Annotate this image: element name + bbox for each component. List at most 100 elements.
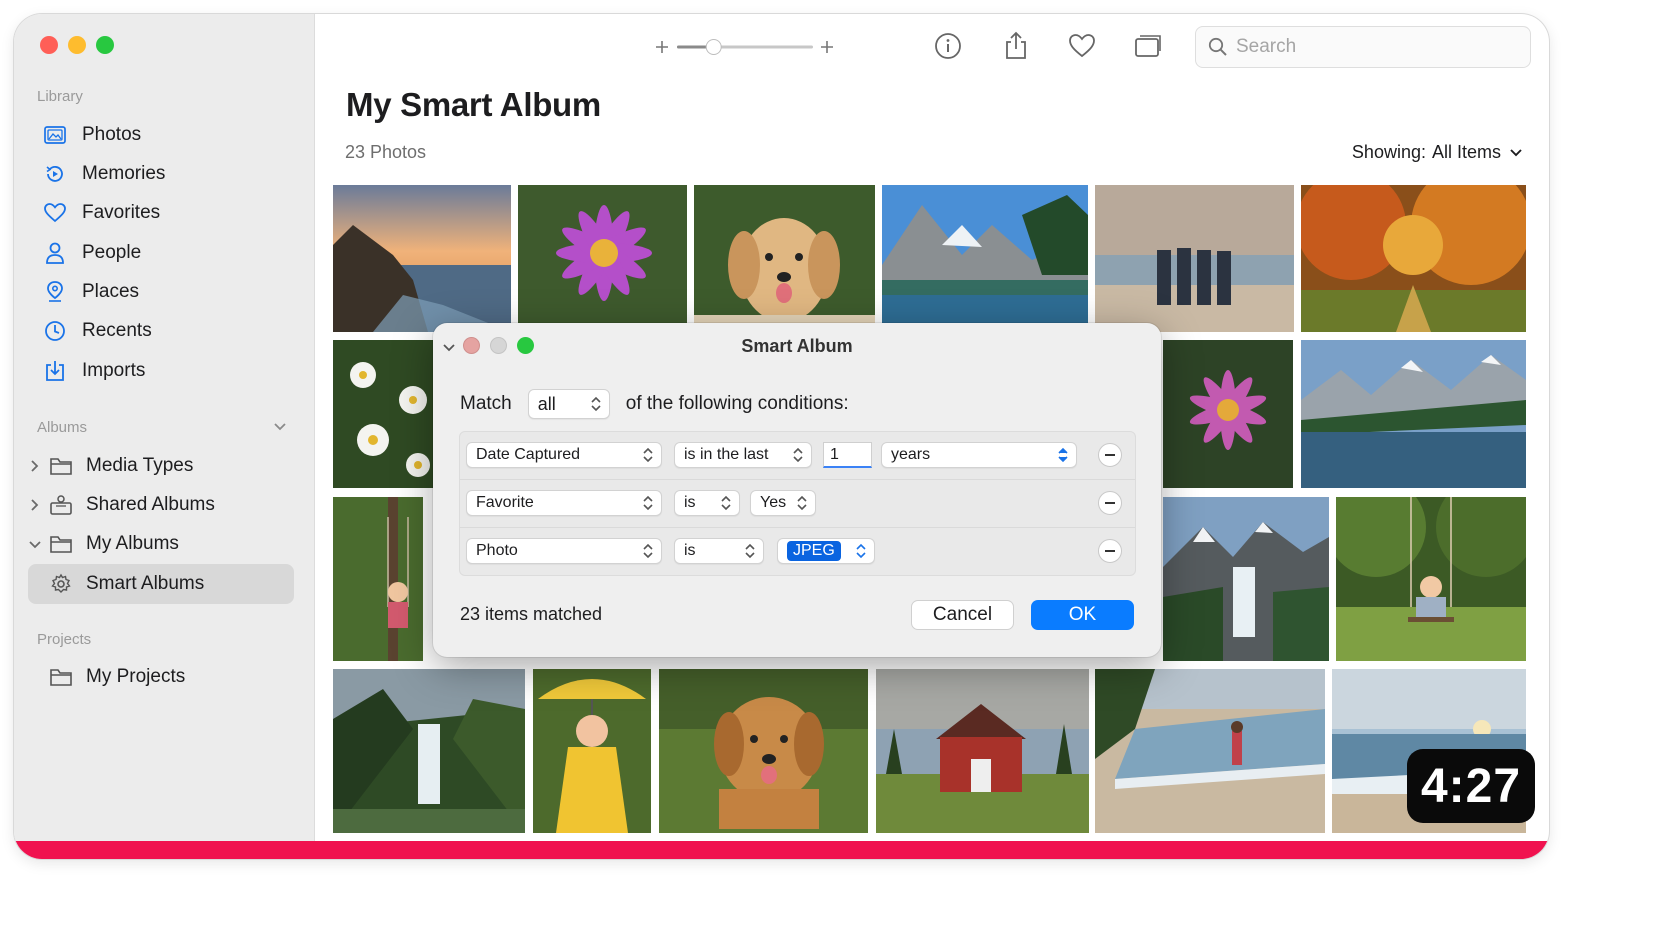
sidebar-item-media-types[interactable]: Media Types [48,452,193,480]
sidebar-item-recents[interactable]: Recents [42,317,152,345]
sidebar: Library Photos Memories Favorites People [14,14,315,859]
favorite-heart-icon[interactable] [1066,30,1098,62]
photo-coastal-sunset [333,185,511,332]
condition-field: Favorite [476,494,534,511]
condition-field-select[interactable]: Photo [466,538,662,564]
sidebar-item-shared-albums[interactable]: Shared Albums [48,491,215,519]
folder-icon [48,453,74,479]
photo-thumbnail[interactable] [1301,185,1526,332]
condition-operator: is [684,494,696,511]
photo-thumbnail[interactable] [882,185,1088,332]
condition-field: Date Captured [476,446,581,463]
sidebar-item-my-projects[interactable]: My Projects [48,663,185,691]
updown-chevron-icon [856,543,866,559]
search-field[interactable]: Search [1195,26,1531,68]
sidebar-item-places[interactable]: Places [42,278,139,306]
condition-unit: years [891,446,931,463]
photo-thumbnail[interactable] [333,669,525,833]
sidebar-item-label: Recents [82,320,152,341]
photo-thumbnail[interactable] [1163,497,1329,661]
ok-button[interactable]: OK [1031,600,1134,630]
items-matched-label: 23 items matched [460,604,603,624]
condition-operator-select[interactable]: is [674,490,740,516]
remove-condition-button[interactable] [1098,491,1122,515]
window-controls [40,36,114,54]
page-title: My Smart Album [346,86,601,123]
updown-chevron-icon [797,495,807,511]
clock-icon [42,318,68,344]
condition-field-select[interactable]: Date Captured [466,442,662,468]
albums-collapse-chevron-icon[interactable] [273,420,287,434]
sidebar-item-favorites[interactable]: Favorites [42,199,160,227]
photo-thumbnail[interactable] [1336,497,1526,661]
photo-thumbnail[interactable] [659,669,868,833]
folder-icon [48,664,74,690]
condition-value: JPEG [787,541,841,561]
sidebar-item-smart-albums[interactable]: Smart Albums [48,570,204,598]
dialog-title: Smart Album [741,336,853,356]
sidebar-item-my-albums[interactable]: My Albums [48,530,179,558]
photo-thumbnail[interactable] [1095,669,1325,833]
library-section-label: Library [37,88,83,105]
info-icon[interactable] [932,30,964,62]
match-value: all [537,393,556,414]
updown-chevron-icon [591,396,601,412]
share-icon[interactable] [1000,30,1032,62]
match-label: Match [460,393,512,414]
condition-row: Favorite is Yes [460,479,1135,527]
condition-field-select[interactable]: Favorite [466,490,662,516]
sidebar-item-label: Smart Albums [86,573,205,594]
sidebar-item-label: Memories [82,163,166,184]
remove-condition-button[interactable] [1098,443,1122,467]
condition-value-select[interactable]: JPEG [777,538,875,564]
cancel-button[interactable]: Cancel [911,600,1014,630]
condition-value-select[interactable]: Yes [750,490,816,516]
sidebar-item-label: My Albums [86,533,179,554]
condition-unit-select[interactable]: years [881,442,1077,468]
chevron-right-icon[interactable] [28,498,42,512]
showing-value: All Items [1431,142,1501,162]
photo-thumbnail[interactable] [333,340,433,488]
chevron-right-icon[interactable] [28,459,42,473]
photo-thumbnail[interactable] [1095,185,1294,332]
shared-albums-icon [48,492,74,518]
zoom-out-icon [656,41,668,53]
close-button[interactable] [40,36,58,54]
zoom-slider[interactable] [652,36,842,58]
showing-filter[interactable]: Showing: All Items [1352,142,1523,163]
condition-operator-select[interactable]: is in the last [674,442,812,468]
sidebar-item-memories[interactable]: Memories [42,160,165,188]
photo-thumbnail[interactable] [876,669,1089,833]
condition-operator-select[interactable]: is [674,538,764,564]
sidebar-item-imports[interactable]: Imports [42,357,145,385]
add-to-album-icon[interactable] [1133,30,1165,62]
condition-value-input[interactable]: 1 [823,442,872,468]
match-row: Match all of the following conditions: [460,389,849,419]
updown-chevron-icon [643,543,653,559]
remove-condition-button[interactable] [1098,539,1122,563]
zoom-button[interactable] [96,36,114,54]
map-pin-icon [42,279,68,305]
photo-thumbnail[interactable] [333,185,511,332]
photo-thumbnail[interactable] [1301,340,1526,488]
video-progress-bar [14,841,1549,859]
updown-chevron-icon [721,495,731,511]
match-select[interactable]: all [527,389,610,419]
minimize-button[interactable] [68,36,86,54]
photo-thumbnail[interactable] [694,185,875,332]
conditions-list: Date Captured is in the last 1 years Fav… [459,431,1136,576]
search-input[interactable]: Search [1236,36,1296,58]
chevron-down-icon[interactable] [28,538,42,552]
sidebar-item-people[interactable]: People [42,239,141,267]
sidebar-item-label: Favorites [82,202,161,223]
sidebar-item-photos[interactable]: Photos [42,121,141,149]
photo-count: 23 Photos [345,142,427,162]
photo-thumbnail[interactable] [1163,340,1293,488]
photo-thumbnail[interactable] [333,497,423,661]
photo-thumbnail[interactable] [518,185,687,332]
photo-thumbnail[interactable] [533,669,651,833]
video-duration-badge: 4:27 [1407,749,1535,823]
updown-chevron-icon [745,543,755,559]
search-icon [1208,37,1228,57]
condition-row: Photo is JPEG [460,527,1135,575]
